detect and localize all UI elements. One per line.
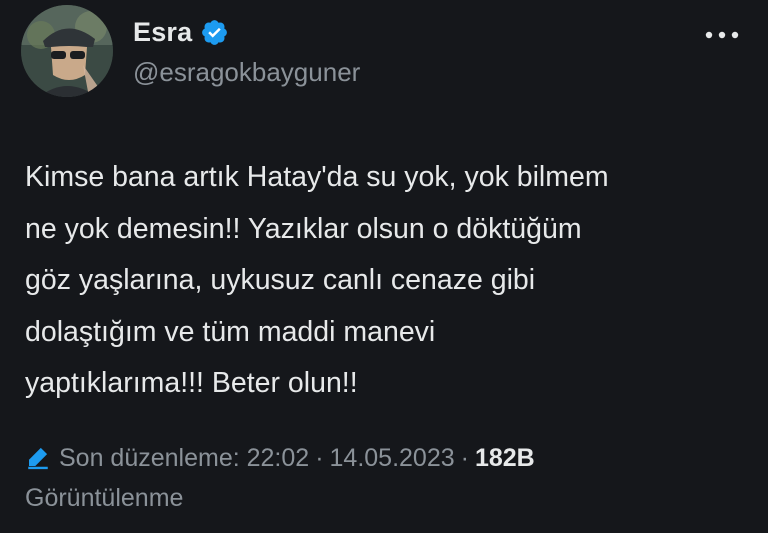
avatar[interactable]: [21, 5, 113, 97]
views-label: Görüntülenme: [25, 484, 184, 512]
tweet-date[interactable]: 14.05.2023: [330, 444, 455, 472]
avatar-photo: [21, 5, 113, 97]
tweet-text: Kimse bana artık Hatay'da su yok, yok bi…: [25, 161, 609, 399]
more-options-icon[interactable]: [700, 25, 744, 45]
pencil-icon: [25, 442, 51, 470]
user-handle[interactable]: @esragokbayguner: [133, 57, 360, 88]
separator-dot: ·: [460, 444, 469, 472]
tweet-meta: Son düzenleme: 22:02 · 14.05.2023 · 182B Gör…: [25, 438, 745, 518]
display-name[interactable]: Esra: [133, 17, 192, 48]
separator-dot: ·: [315, 444, 324, 472]
tweet-card: Esra @esragokbayguner Kimse bana artık H…: [0, 0, 768, 533]
verified-badge-icon: [200, 18, 229, 47]
views-count: 182B: [474, 444, 535, 472]
edited-timestamp-link[interactable]: Son düzenleme: 22:02: [59, 444, 309, 472]
author-name-row: Esra: [133, 14, 229, 50]
